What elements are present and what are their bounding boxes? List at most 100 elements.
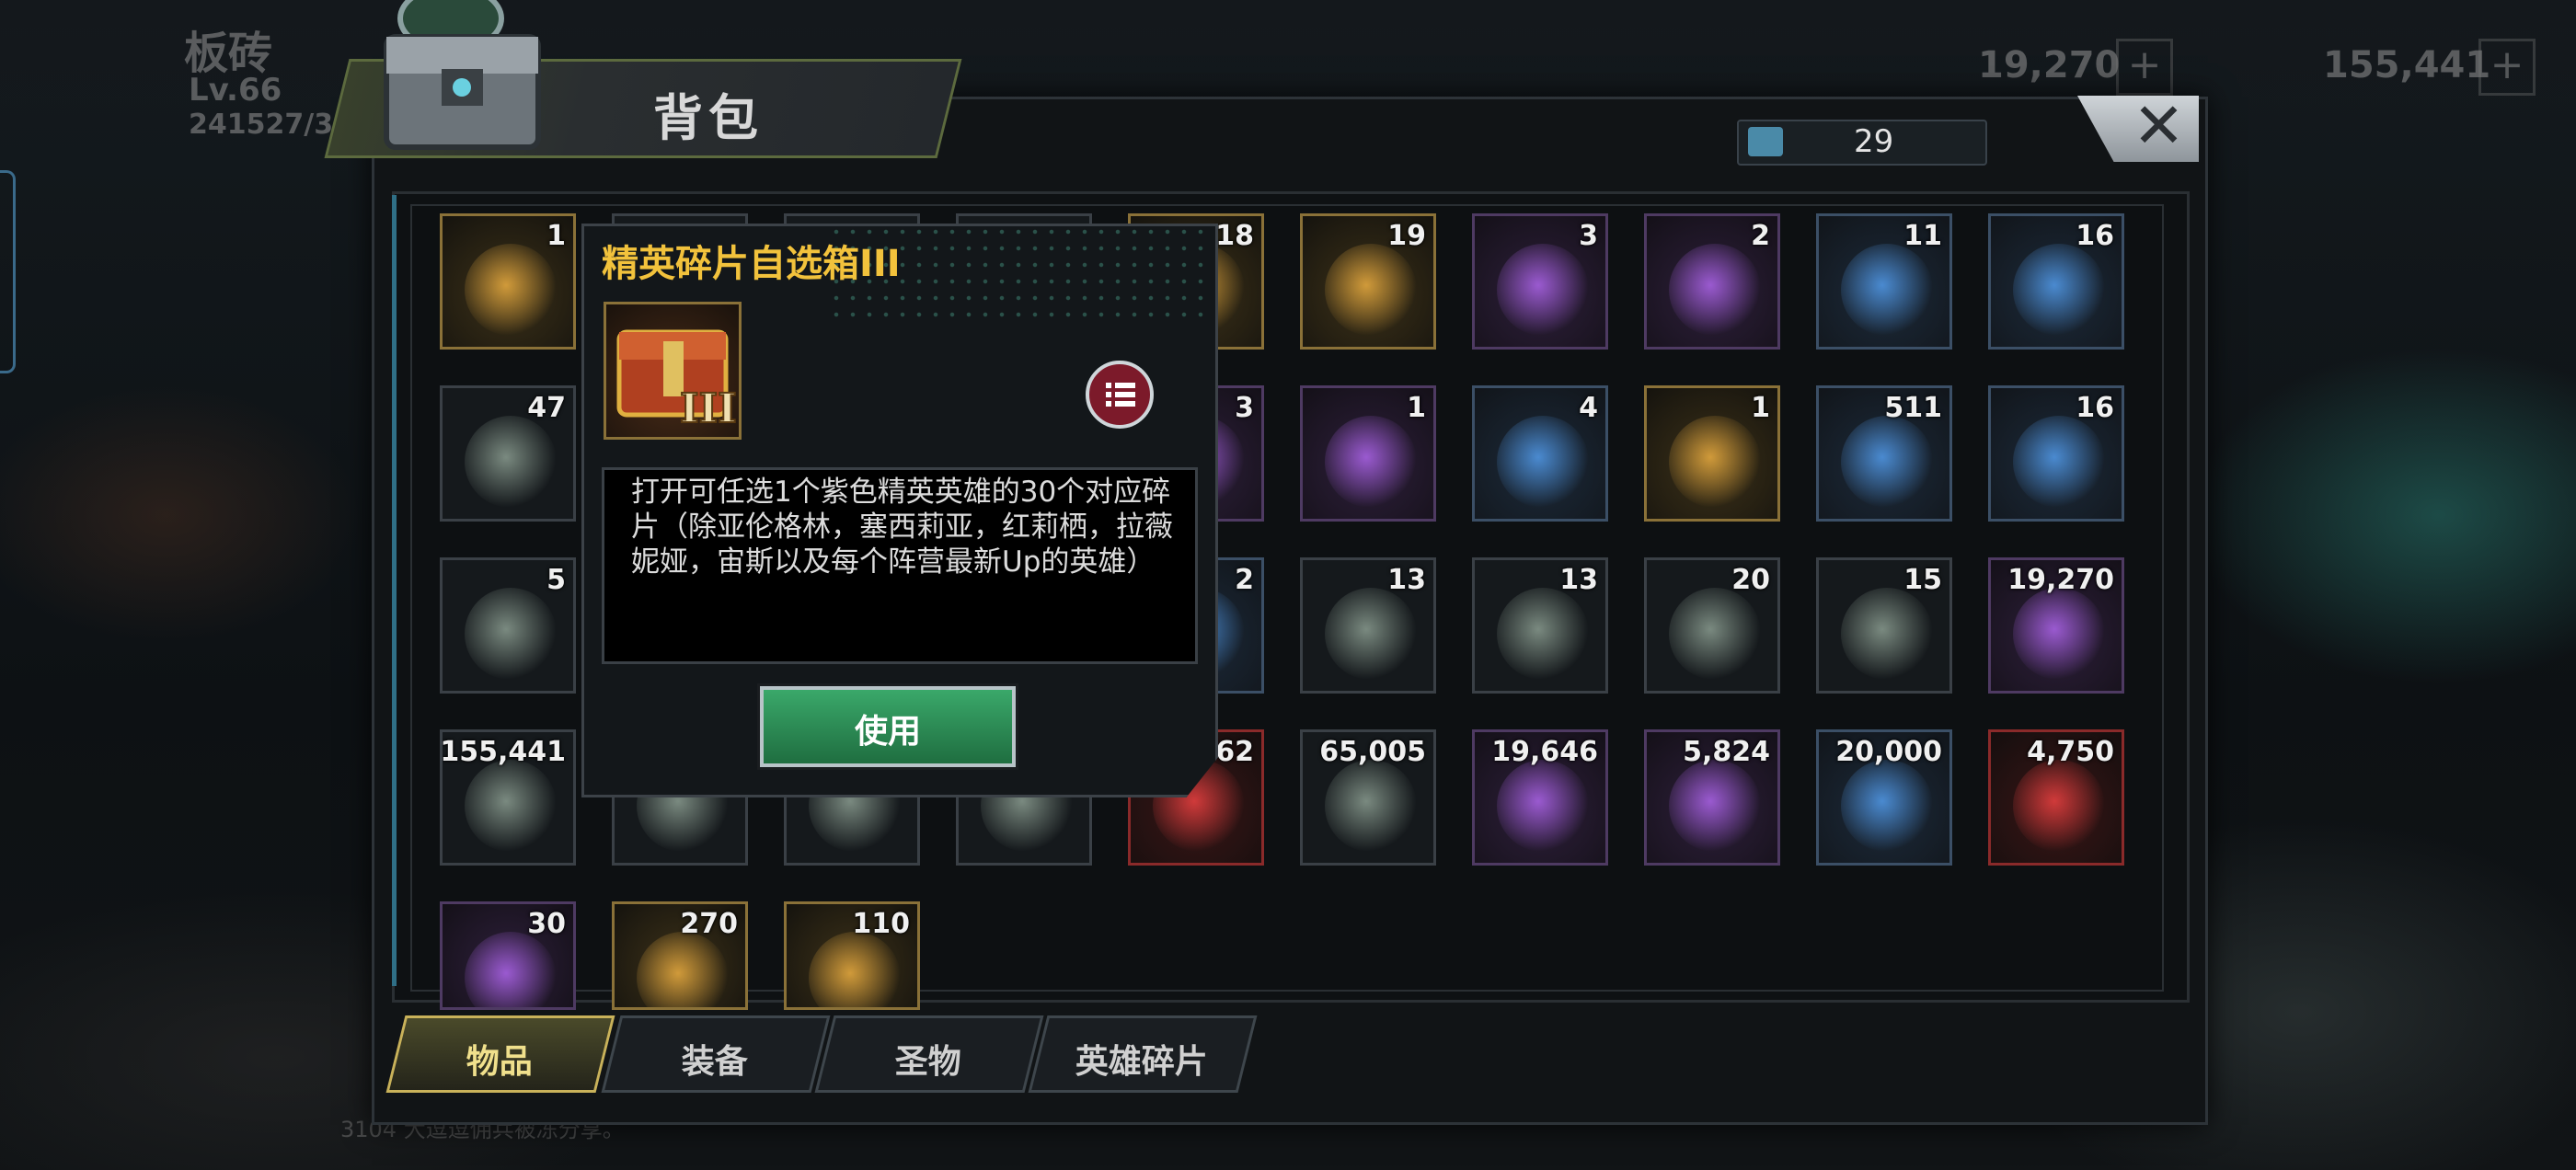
inventory-slot[interactable]: 110 (784, 901, 920, 1010)
resource-1-add-button[interactable]: + (2116, 39, 2173, 96)
tab-relics[interactable]: 圣物 (814, 1015, 1044, 1093)
item-count: 155,441 (440, 736, 566, 768)
pink-crystal-icon (637, 932, 729, 1007)
speedup-12h-purple-icon (1497, 244, 1589, 336)
item-count: 5 (546, 564, 566, 596)
inventory-slot[interactable]: 16 (1988, 385, 2124, 522)
item-count: 1 (546, 220, 566, 252)
svg-text:III: III (680, 385, 737, 432)
item-count: 2 (1751, 220, 1770, 252)
inventory-slot[interactable]: 47 (440, 385, 576, 522)
item-count: 19,646 (1491, 736, 1598, 768)
use-button[interactable]: 使用 (760, 686, 1016, 767)
side-tab-handle[interactable] (0, 170, 16, 373)
prism-icon (1325, 760, 1417, 852)
item-count: 20 (1731, 564, 1770, 596)
inventory-slot[interactable]: 5,824 (1644, 729, 1780, 866)
item-count: 20,000 (1835, 736, 1942, 768)
item-count: 5,824 (1683, 736, 1770, 768)
item-count: 16 (2076, 392, 2114, 424)
tab-label: 英雄碎片 (1075, 1043, 1208, 1081)
item-count: 30 (527, 908, 566, 940)
ship-badge-icon (1841, 760, 1933, 852)
police-badge-icon (1497, 416, 1589, 508)
inventory-slot[interactable]: 16 (1988, 213, 2124, 350)
inventory-slot[interactable]: 19,270 (1988, 557, 2124, 694)
item-count: 4 (1579, 392, 1598, 424)
item-count: 13 (1387, 564, 1426, 596)
bag-capacity-icon (1748, 127, 1783, 156)
list-icon (1106, 383, 1135, 407)
inventory-slot[interactable]: 4,750 (1988, 729, 2124, 866)
gold-speedup-12h-icon (1669, 244, 1761, 336)
item-count: 11 (1903, 220, 1942, 252)
inventory-slot[interactable]: 65,005 (1300, 729, 1436, 866)
item-count: 4,750 (2027, 736, 2114, 768)
detail-button[interactable] (1086, 361, 1154, 429)
tab-equipment[interactable]: 装备 (601, 1015, 831, 1093)
timer-token-icon (2013, 416, 2105, 508)
hat-blueprint-icon (1841, 588, 1933, 680)
inventory-slot[interactable]: 13 (1300, 557, 1436, 694)
gold-speedup-4h-icon (2013, 244, 2105, 336)
tab-label: 圣物 (894, 1043, 961, 1081)
inventory-slot[interactable]: 511 (1816, 385, 1952, 522)
tooltip-item-icon: III (604, 302, 742, 440)
shirt-blueprint-icon (1325, 588, 1417, 680)
resource-1-value: 19,270 (1978, 44, 2121, 86)
item-count: 1 (1751, 392, 1770, 424)
item-count: 47 (527, 392, 566, 424)
item-count: 18 (1215, 220, 1254, 252)
item-count: 110 (852, 908, 910, 940)
inventory-slot[interactable]: 1 (440, 213, 576, 350)
tab-label: 物品 (466, 1043, 533, 1081)
cinema-ticket-icon (1841, 416, 1933, 508)
inventory-slot[interactable]: 3 (1472, 213, 1608, 350)
gold-coins-icon (465, 760, 557, 852)
item-count: 65,005 (1319, 736, 1426, 768)
item-count: 19,270 (2007, 564, 2114, 596)
inventory-slot[interactable]: 20 (1644, 557, 1780, 694)
purple-crystal-icon (2013, 588, 2105, 680)
elite-shard-chest-iii-icon (465, 244, 557, 336)
inventory-slot[interactable]: 5 (440, 557, 576, 694)
pants-blueprint-icon (1497, 588, 1589, 680)
inventory-slot[interactable]: 13 (1472, 557, 1608, 694)
item-count: 2 (1235, 564, 1254, 596)
resource-2-add-button[interactable]: + (2478, 39, 2536, 96)
inventory-slot[interactable]: 30 (440, 901, 576, 1010)
inventory-slot[interactable]: 20,000 (1816, 729, 1952, 866)
inventory-slot[interactable]: 4 (1472, 385, 1608, 522)
inventory-slot[interactable]: 1 (1300, 385, 1436, 522)
biohazard-box-icon (2013, 760, 2105, 852)
resource-2-value: 155,441 (2323, 44, 2491, 86)
inventory-slot[interactable]: 11 (1816, 213, 1952, 350)
b-bottle-cap-icon (465, 588, 557, 680)
inventory-slot[interactable]: 1 (1644, 385, 1780, 522)
bronze-coin-icon (809, 932, 901, 1007)
item-count: 511 (1884, 392, 1942, 424)
item-count: 13 (1559, 564, 1598, 596)
gold-speedup-24h-icon (1325, 244, 1417, 336)
bottle-cap-pink-icon (465, 416, 557, 508)
tooltip-title: 精英碎片自选箱III (602, 243, 901, 285)
item-count: 3 (1235, 392, 1254, 424)
player-exp: 241527/3 (189, 109, 334, 141)
scroll-indicator[interactable] (392, 195, 397, 986)
inventory-slot[interactable]: 15 (1816, 557, 1952, 694)
tab-label: 装备 (681, 1043, 748, 1081)
tab-items[interactable]: 物品 (385, 1015, 615, 1093)
inventory-slot[interactable]: 155,441 (440, 729, 576, 866)
tab-hero-shards[interactable]: 英雄碎片 (1028, 1015, 1258, 1093)
inventory-slot[interactable]: 19 (1300, 213, 1436, 350)
speedup-4h-icon (1841, 244, 1933, 336)
eye-book-icon (1669, 416, 1761, 508)
inventory-slot[interactable]: 2 (1644, 213, 1780, 350)
close-icon: ✕ (2133, 90, 2185, 163)
inventory-slot[interactable]: 270 (612, 901, 748, 1010)
inventory-slot[interactable]: 19,646 (1472, 729, 1608, 866)
lightning-coin-icon (465, 932, 557, 1007)
tooltip-description: 打开可任选1个紫色精英英雄的30个对应碎片（除亚伦格林，塞西莉亚，红莉栖，拉薇妮… (631, 476, 1173, 579)
item-count: 1 (1407, 392, 1426, 424)
boot-blueprint-icon (1669, 588, 1761, 680)
